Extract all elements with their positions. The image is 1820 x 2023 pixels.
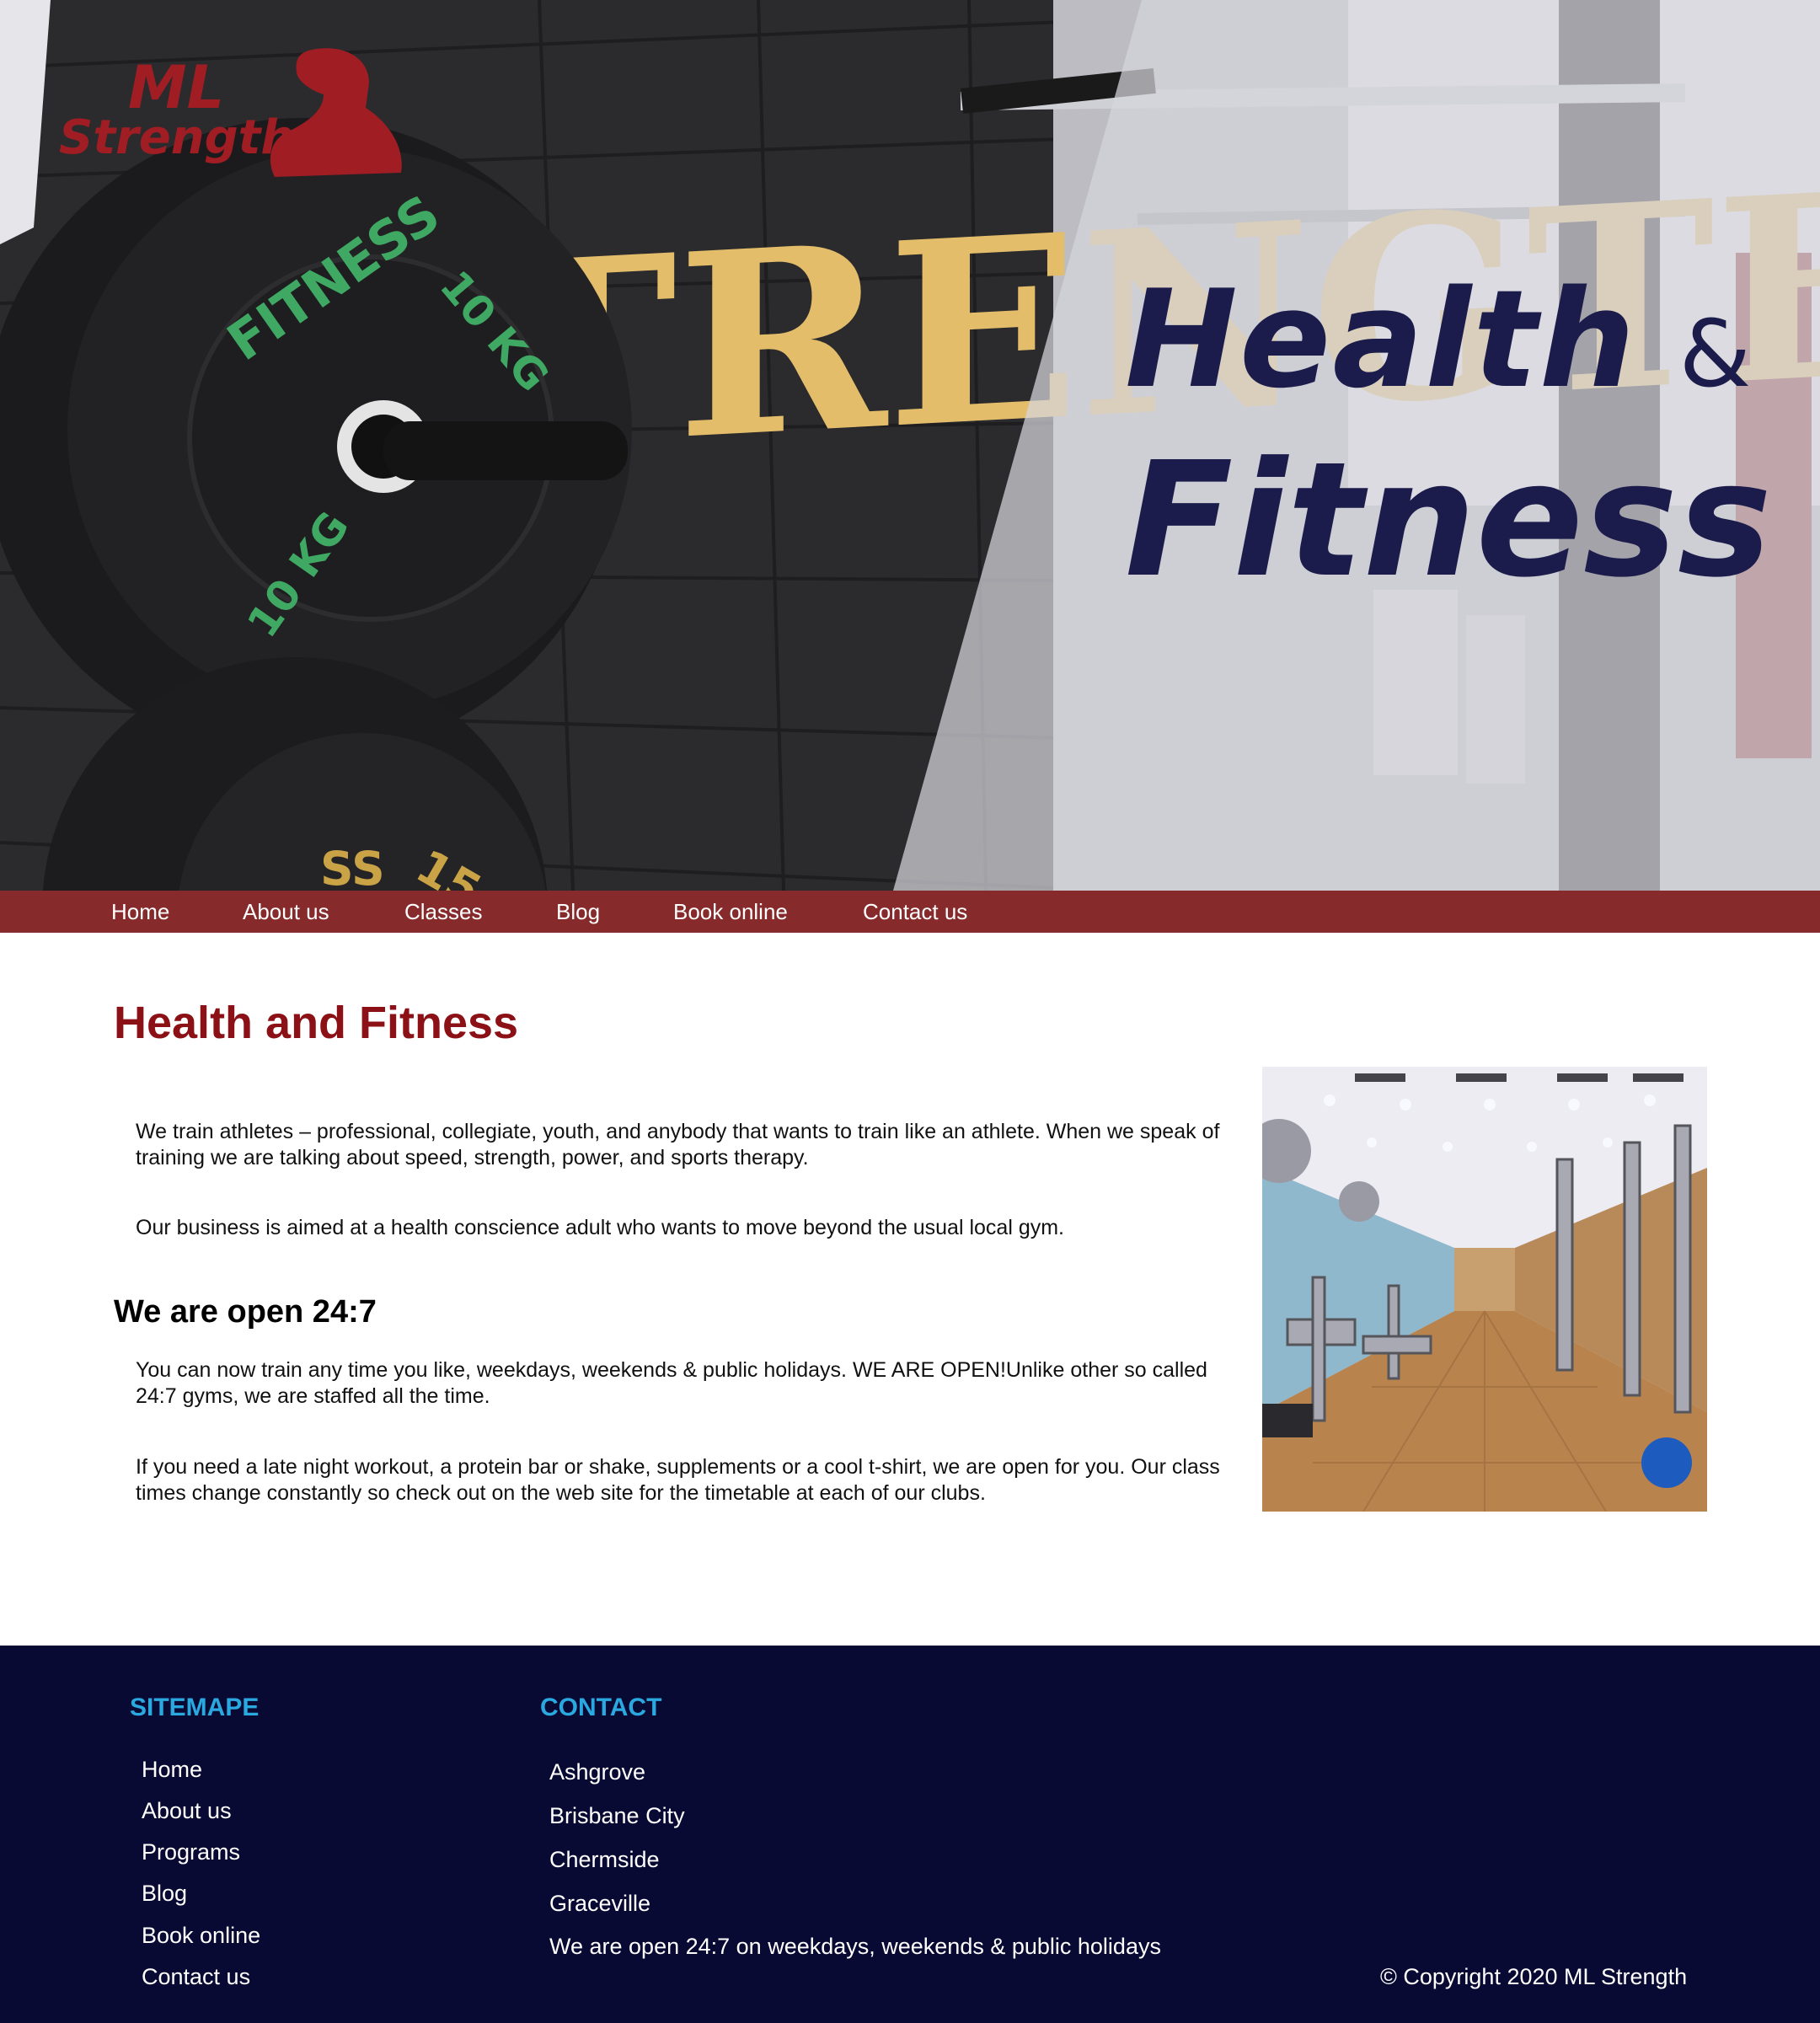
page-title: Health and Fitness [114, 998, 519, 1048]
opening-hours-text: We are open 24:7 on weekdays, weekends &… [549, 1934, 1161, 1959]
intro-paragraph: We train athletes – professional, colleg… [136, 1120, 1220, 1169]
hero-title-line2: Fitness [1125, 428, 1772, 613]
footer-link-programs[interactable]: Programs [142, 1839, 240, 1865]
nav-home[interactable]: Home [111, 891, 169, 933]
footer-link-home[interactable]: Home [142, 1757, 202, 1783]
hero-title-line1: Health [1125, 260, 1637, 418]
business-paragraph: Our business is aimed at a health consci… [136, 1216, 1065, 1239]
sitemap-heading: SITEMAPE [130, 1694, 260, 1721]
hero-title-ampersand: & [1678, 300, 1753, 408]
footer-link-contact-us[interactable]: Contact us [142, 1964, 250, 1990]
hero-banner: TRENGTH FITNESS 10 KG 10 KG SS 15 ML Str… [0, 0, 1820, 891]
hero-title: Health & Fitness [1125, 261, 1772, 609]
footer-link-about-us[interactable]: About us [142, 1798, 232, 1824]
svg-text:SS: SS [320, 842, 385, 891]
contact-location-chermside: Chermside [549, 1847, 660, 1872]
nav-classes[interactable]: Classes [404, 891, 482, 933]
contact-location-ashgrove: Ashgrove [549, 1759, 646, 1785]
open-hours-heading: We are open 24:7 [114, 1294, 377, 1330]
late-night-paragraph: If you need a late night workout, a prot… [136, 1455, 1220, 1505]
copyright-text: © Copyright 2020 ML Strength [1380, 1964, 1688, 1989]
contact-location-graceville: Graceville [549, 1891, 651, 1916]
nav-contact-us[interactable]: Contact us [863, 891, 967, 933]
contact-heading: CONTACT [540, 1694, 662, 1721]
gym-interior-photo [1262, 1067, 1707, 1512]
site-footer: SITEMAPE Home About us Programs Blog Boo… [0, 1646, 1820, 2023]
contact-location-brisbane-city: Brisbane City [549, 1803, 685, 1828]
svg-text:Strength: Strength [59, 110, 294, 165]
nav-book-online[interactable]: Book online [673, 891, 788, 933]
footer-link-book-online[interactable]: Book online [142, 1923, 260, 1949]
ml-strength-logo[interactable]: ML Strength [56, 42, 418, 185]
footer-link-blog[interactable]: Blog [142, 1881, 187, 1907]
main-nav: Home About us Classes Blog Book online C… [0, 891, 1820, 933]
nav-blog[interactable]: Blog [556, 891, 600, 933]
nav-about-us[interactable]: About us [243, 891, 329, 933]
open-hours-paragraph: You can now train any time you like, wee… [136, 1358, 1207, 1408]
